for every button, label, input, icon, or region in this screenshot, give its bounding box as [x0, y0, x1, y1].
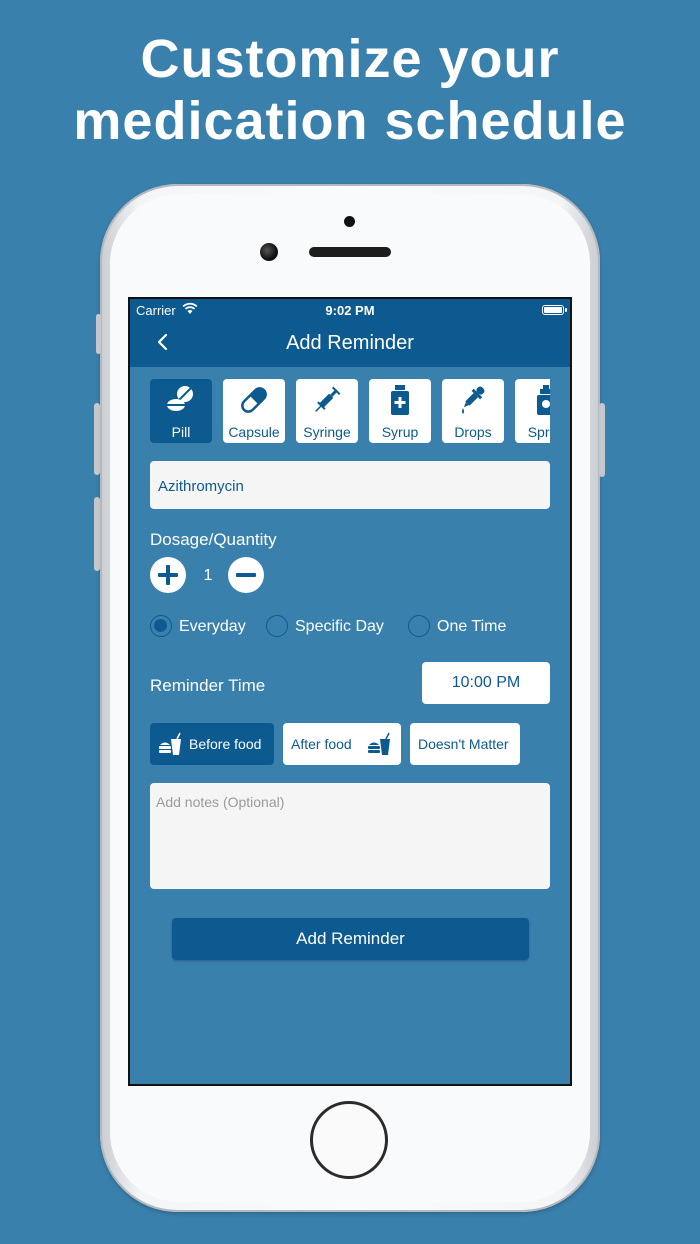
capsule-icon: [241, 387, 267, 413]
dosage-label: Dosage/Quantity: [150, 530, 277, 549]
notes-textarea[interactable]: Add notes (Optional): [150, 783, 550, 889]
volume-down-button: [94, 497, 100, 571]
mute-switch: [96, 314, 101, 354]
type-label: Syrup: [381, 424, 419, 440]
radio-unselected-icon: [408, 615, 430, 637]
frequency-one-time[interactable]: One Time: [408, 615, 518, 641]
radio-label: One Time: [437, 618, 507, 635]
radio-selected-icon: [150, 615, 172, 637]
battery-icon: [542, 305, 564, 315]
dropper-icon: [462, 386, 485, 414]
radio-label: Specific Day: [295, 618, 384, 635]
power-button: [599, 403, 605, 477]
pill-icon: [167, 386, 193, 411]
navigation-bar: Carrier 9:02 PM Add Reminder: [130, 299, 570, 367]
type-label: Capsule: [228, 424, 280, 440]
type-label: Spray: [527, 424, 550, 440]
food-option-label: Before food: [189, 736, 262, 752]
status-bar: Carrier 9:02 PM: [130, 301, 570, 319]
type-label: Syringe: [303, 424, 351, 440]
food-option-label: After food: [291, 736, 352, 752]
reminder-time-picker[interactable]: 10:00 PM: [422, 662, 550, 704]
doesnt-matter-button[interactable]: Doesn't Matter: [410, 723, 520, 765]
battery-tip: [565, 308, 567, 312]
plus-icon: [158, 565, 178, 585]
medicine-name-input[interactable]: Azithromycin: [150, 461, 550, 509]
minus-icon: [236, 573, 256, 577]
page-title: Add Reminder: [286, 332, 414, 354]
headline-line-1: Customize your: [140, 29, 560, 89]
type-syrup[interactable]: Syrup: [369, 379, 431, 443]
medication-type-selector: Pill Capsule Syringe Syrup Drops Spr: [150, 379, 550, 445]
app-screen: Carrier 9:02 PM Add Reminder Pill Capsul…: [128, 297, 572, 1086]
type-pill[interactable]: Pill: [150, 379, 212, 443]
dosage-value: 1: [203, 567, 213, 584]
food-drink-icon: [368, 732, 390, 755]
radio-label: Everyday: [179, 618, 246, 635]
home-button[interactable]: [310, 1101, 388, 1179]
syrup-icon: [391, 385, 409, 415]
proximity-sensor: [344, 216, 355, 227]
before-food-button[interactable]: Before food: [150, 723, 274, 765]
radio-unselected-icon: [266, 615, 288, 637]
add-reminder-button[interactable]: Add Reminder: [172, 918, 529, 960]
spray-icon: [537, 385, 550, 415]
frequency-everyday[interactable]: Everyday: [150, 615, 260, 641]
type-syringe[interactable]: Syringe: [296, 379, 358, 443]
marketing-headline: Customize your medication schedule: [0, 28, 700, 152]
type-drops[interactable]: Drops: [442, 379, 504, 443]
headline-line-2: medication schedule: [73, 91, 627, 151]
status-time: 9:02 PM: [325, 303, 375, 318]
type-spray[interactable]: Spray: [515, 379, 550, 443]
food-option-label: Doesn't Matter: [418, 736, 509, 752]
food-drink-icon: [159, 732, 181, 755]
type-label: Pill: [171, 424, 191, 440]
syringe-icon: [315, 386, 341, 412]
after-food-button[interactable]: After food: [283, 723, 401, 765]
earpiece-speaker: [309, 247, 391, 257]
reminder-time-label: Reminder Time: [150, 676, 266, 695]
frequency-specific-day[interactable]: Specific Day: [266, 615, 396, 641]
type-label: Drops: [454, 424, 492, 440]
type-capsule[interactable]: Capsule: [223, 379, 285, 443]
volume-up-button: [94, 403, 100, 475]
front-camera: [260, 243, 278, 261]
decrease-dosage-button[interactable]: [228, 557, 264, 593]
notes-placeholder: Add notes (Optional): [156, 794, 285, 810]
increase-dosage-button[interactable]: [150, 557, 186, 593]
